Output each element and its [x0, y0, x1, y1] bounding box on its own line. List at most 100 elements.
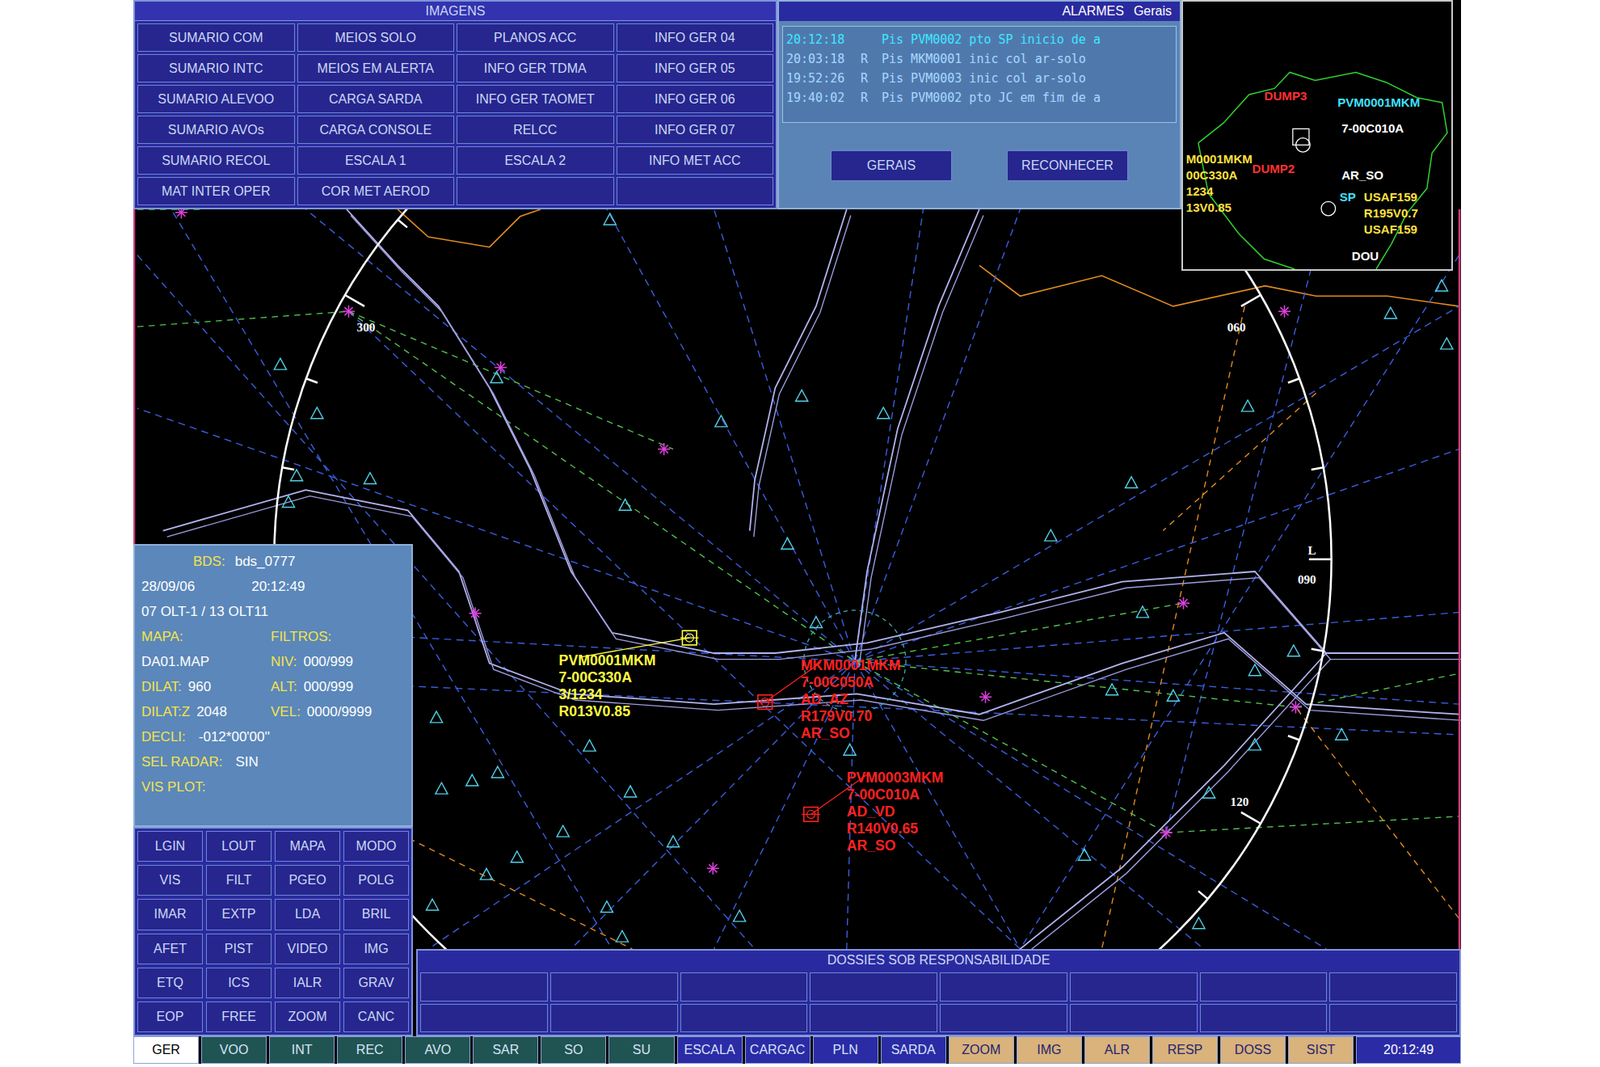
dossier-cell[interactable]	[809, 972, 938, 1002]
alarm-row[interactable]: 19:40:02RPis PVM0002 pto JC em fim de a	[786, 88, 1173, 108]
track[interactable]: PVM0001MKM7-00C330A3/1234R013V0.85	[559, 630, 699, 719]
tab[interactable]: ESCALA	[677, 1035, 743, 1064]
command-button[interactable]: IALR	[274, 967, 341, 998]
alarm-button[interactable]: GERAIS	[830, 150, 952, 182]
dossier-cell[interactable]	[1200, 972, 1328, 1002]
tab[interactable]: RESP	[1152, 1035, 1218, 1064]
command-button[interactable]: LOUT	[206, 830, 272, 862]
command-button[interactable]: PIST	[206, 933, 272, 965]
dossier-cell[interactable]	[1329, 972, 1457, 1002]
image-button[interactable]: INFO GER 07	[616, 115, 775, 144]
command-button[interactable]: CANC	[343, 1001, 409, 1032]
image-button[interactable]: INFO GER TAOMET	[456, 84, 615, 114]
image-button[interactable]: COR MET AEROD	[297, 176, 455, 206]
clock: 20:12:49	[1355, 1035, 1462, 1064]
dossier-cell[interactable]	[550, 1003, 678, 1033]
image-button[interactable]: SUMARIO COM	[137, 23, 295, 52]
tab[interactable]: REC	[336, 1035, 403, 1064]
command-button[interactable]: FREE	[206, 1001, 272, 1032]
tab[interactable]: SIST	[1288, 1035, 1354, 1064]
image-button[interactable]: SUMARIO ALEVOO	[137, 84, 295, 114]
dossier-cell[interactable]	[1200, 1003, 1328, 1033]
image-button[interactable]: MAT INTER OPER	[137, 176, 295, 206]
alarm-row[interactable]: 20:03:18RPis MKM0001 inic col ar-solo	[786, 49, 1173, 69]
dossier-cell[interactable]	[939, 972, 1068, 1002]
image-button[interactable]: INFO GER TDMA	[456, 54, 615, 83]
command-button[interactable]: FILT	[206, 864, 272, 896]
alarm-button[interactable]: RECONHECER	[1006, 150, 1129, 182]
dossier-cell[interactable]	[1069, 972, 1198, 1002]
tab[interactable]: SO	[540, 1035, 607, 1064]
command-button[interactable]: MAPA	[274, 830, 341, 862]
tab[interactable]: DOSS	[1220, 1035, 1286, 1064]
image-button[interactable]: PLANOS ACC	[456, 23, 615, 52]
track[interactable]: MKM0001MKM7-00C050AAD_AZR179V0.70AR_SO	[755, 656, 901, 741]
image-button[interactable]: ESCALA 2	[456, 146, 615, 175]
waypoint-icon	[733, 909, 746, 922]
dossier-cell[interactable]	[420, 1003, 548, 1033]
command-button[interactable]: ZOOM	[274, 1001, 341, 1032]
image-button[interactable]: RELCC	[456, 115, 615, 144]
dossier-cell[interactable]	[939, 1003, 1068, 1033]
command-button[interactable]: VIS	[137, 864, 203, 896]
command-button[interactable]: EOP	[137, 1001, 203, 1032]
command-button[interactable]: PGEO	[274, 864, 341, 896]
command-button[interactable]: LDA	[274, 898, 341, 930]
dossier-cell[interactable]	[1329, 1003, 1457, 1033]
tab[interactable]: GER	[133, 1035, 199, 1064]
command-button[interactable]: GRAV	[343, 967, 409, 998]
tab[interactable]: CARGAC	[745, 1035, 811, 1064]
dossier-cell[interactable]	[680, 1003, 809, 1033]
tab[interactable]: SARDA	[880, 1035, 947, 1064]
navaid-icon	[468, 606, 481, 619]
image-button[interactable]: CARGA SARDA	[297, 84, 455, 114]
tab[interactable]: ALR	[1084, 1035, 1150, 1064]
dossier-cell[interactable]	[550, 972, 678, 1002]
command-button[interactable]: IMAR	[137, 898, 203, 930]
dossier-cell[interactable]	[1069, 1003, 1198, 1033]
alarm-row[interactable]: 19:52:26RPis PVM0003 inic col ar-solo	[786, 68, 1173, 89]
dossier-cell[interactable]	[420, 972, 548, 1002]
image-button[interactable]: MEIOS EM ALERTA	[297, 54, 455, 83]
image-button[interactable]: INFO GER 04	[616, 23, 775, 52]
tab[interactable]: ZOOM	[948, 1035, 1015, 1064]
minimap[interactable]: DUMP3PVM0001MKM7-00C010AM0001MKM00C330A1…	[1181, 0, 1453, 271]
tab[interactable]: VOO	[201, 1035, 267, 1064]
command-button[interactable]: MODO	[343, 830, 409, 862]
ring-label: 120	[1230, 795, 1250, 809]
tab[interactable]: AVO	[404, 1035, 471, 1064]
navaid-icon	[707, 862, 720, 875]
tab[interactable]: IMG	[1016, 1035, 1083, 1064]
image-button[interactable]: CARGA CONSOLE	[297, 115, 455, 144]
tab[interactable]: SU	[608, 1035, 674, 1064]
command-button[interactable]: AFET	[137, 933, 203, 965]
track-label: AR_SO	[800, 724, 851, 742]
tab[interactable]: INT	[269, 1035, 335, 1064]
command-button[interactable]: EXTP	[206, 898, 272, 930]
image-button[interactable]: SUMARIO RECOL	[137, 146, 295, 175]
tab[interactable]: SAR	[472, 1035, 539, 1064]
image-button[interactable]: ESCALA 1	[297, 146, 455, 175]
command-button[interactable]: ETQ	[137, 967, 203, 998]
image-button[interactable]: SUMARIO INTC	[137, 54, 295, 83]
image-button[interactable]: MEIOS SOLO	[297, 23, 455, 52]
command-button[interactable]: VIDEO	[274, 933, 341, 965]
command-button[interactable]: BRIL	[343, 898, 409, 930]
command-button[interactable]: ICS	[206, 967, 272, 998]
track[interactable]: PVM0003MKM7-00C010AAD_VDR140V0.65AR_SO	[801, 769, 944, 853]
image-button[interactable]	[616, 176, 775, 206]
dossier-cell[interactable]	[680, 972, 809, 1002]
track-label: AD_VD	[846, 803, 896, 820]
tab[interactable]: PLN	[812, 1035, 879, 1064]
command-button[interactable]: LGIN	[137, 830, 203, 862]
dossier-cell[interactable]	[809, 1003, 938, 1033]
command-button[interactable]: IMG	[343, 933, 409, 965]
image-button[interactable]: SUMARIO AVOs	[137, 115, 295, 144]
alarm-list[interactable]: 20:12:18Pis PVM0002 pto SP inicio de a20…	[782, 25, 1177, 123]
command-button[interactable]: POLG	[343, 864, 409, 896]
alarm-row[interactable]: 20:12:18Pis PVM0002 pto SP inicio de a	[786, 29, 1173, 50]
image-button[interactable]: INFO MET ACC	[616, 146, 775, 175]
image-button[interactable]: INFO GER 06	[616, 84, 775, 114]
image-button[interactable]	[456, 176, 615, 206]
image-button[interactable]: INFO GER 05	[616, 54, 775, 83]
